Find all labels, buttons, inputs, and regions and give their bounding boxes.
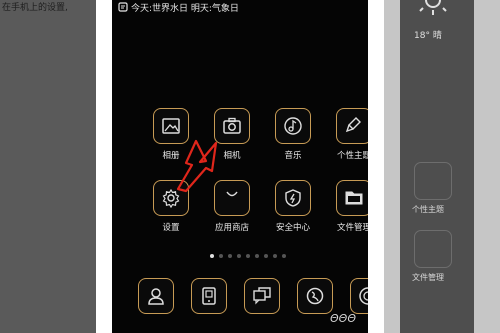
page-dot[interactable] [255,254,259,258]
page-dot[interactable] [264,254,268,258]
app-label-store: 应用商店 [214,223,249,233]
phone-icon[interactable] [191,278,227,314]
sun-icon [419,0,447,15]
app-security[interactable]: 安全中心 [270,180,316,233]
app-camera[interactable]: 相机 [209,108,255,161]
app-files[interactable]: 文件管理 [331,180,368,233]
security-shield-icon[interactable] [275,180,311,216]
phone-frame: 今天:世界水日 明天:气象日 相册 相机 音乐 个性主题 设置 应用商店 安全中… [96,0,384,333]
camera-lens-icon[interactable] [350,278,368,314]
theme-brush-icon[interactable] [336,108,368,144]
app-gallery[interactable]: 相册 [148,108,194,161]
app-label-gallery: 相册 [162,151,180,161]
app-label-music: 音乐 [284,151,302,161]
page-indicator[interactable] [210,254,286,258]
thermometer-icon [118,2,128,12]
app-label-theme: 个性主题 [336,151,368,161]
page-dot[interactable] [237,254,241,258]
background-weather-text: 18° 晴 [414,31,442,41]
app-store[interactable]: 应用商店 [209,180,255,233]
background-file-tile [414,230,452,268]
page-dot[interactable] [219,254,223,258]
app-settings[interactable]: 设置 [148,180,194,233]
app-label-settings: 设置 [162,223,180,233]
background-left-panel [0,0,96,333]
settings-gear-icon[interactable] [153,180,189,216]
page-dot[interactable] [282,254,286,258]
page-dot[interactable] [228,254,232,258]
music-icon[interactable] [275,108,311,144]
status-weather-text: 今天:世界水日 明天:气象日 [131,3,239,14]
app-theme[interactable]: 个性主题 [331,108,368,161]
app-music[interactable]: 音乐 [270,108,316,161]
background-file-label: 文件管理 [412,273,444,282]
page-dot[interactable] [210,254,214,258]
app-store-bag-icon[interactable] [214,180,250,216]
status-bar: 今天:世界水日 明天:气象日 [118,0,239,14]
app-label-files: 文件管理 [336,223,368,233]
camera-icon[interactable] [214,108,250,144]
browser-icon[interactable] [297,278,333,314]
background-theme-tile [414,162,452,200]
watermark-logo: ΘΘΘ [330,312,356,325]
home-screen: 今天:世界水日 明天:气象日 相册 相机 音乐 个性主题 设置 应用商店 安全中… [112,0,368,333]
app-label-security: 安全中心 [275,223,310,233]
gallery-icon[interactable] [153,108,189,144]
file-folder-icon[interactable] [336,180,368,216]
page-dot[interactable] [246,254,250,258]
background-theme-label: 个性主题 [412,205,444,214]
background-caption: 在手机上的设置, [2,3,68,13]
messages-icon[interactable] [244,278,280,314]
app-label-camera: 相机 [223,151,241,161]
contacts-icon[interactable] [138,278,174,314]
page-dot[interactable] [273,254,277,258]
